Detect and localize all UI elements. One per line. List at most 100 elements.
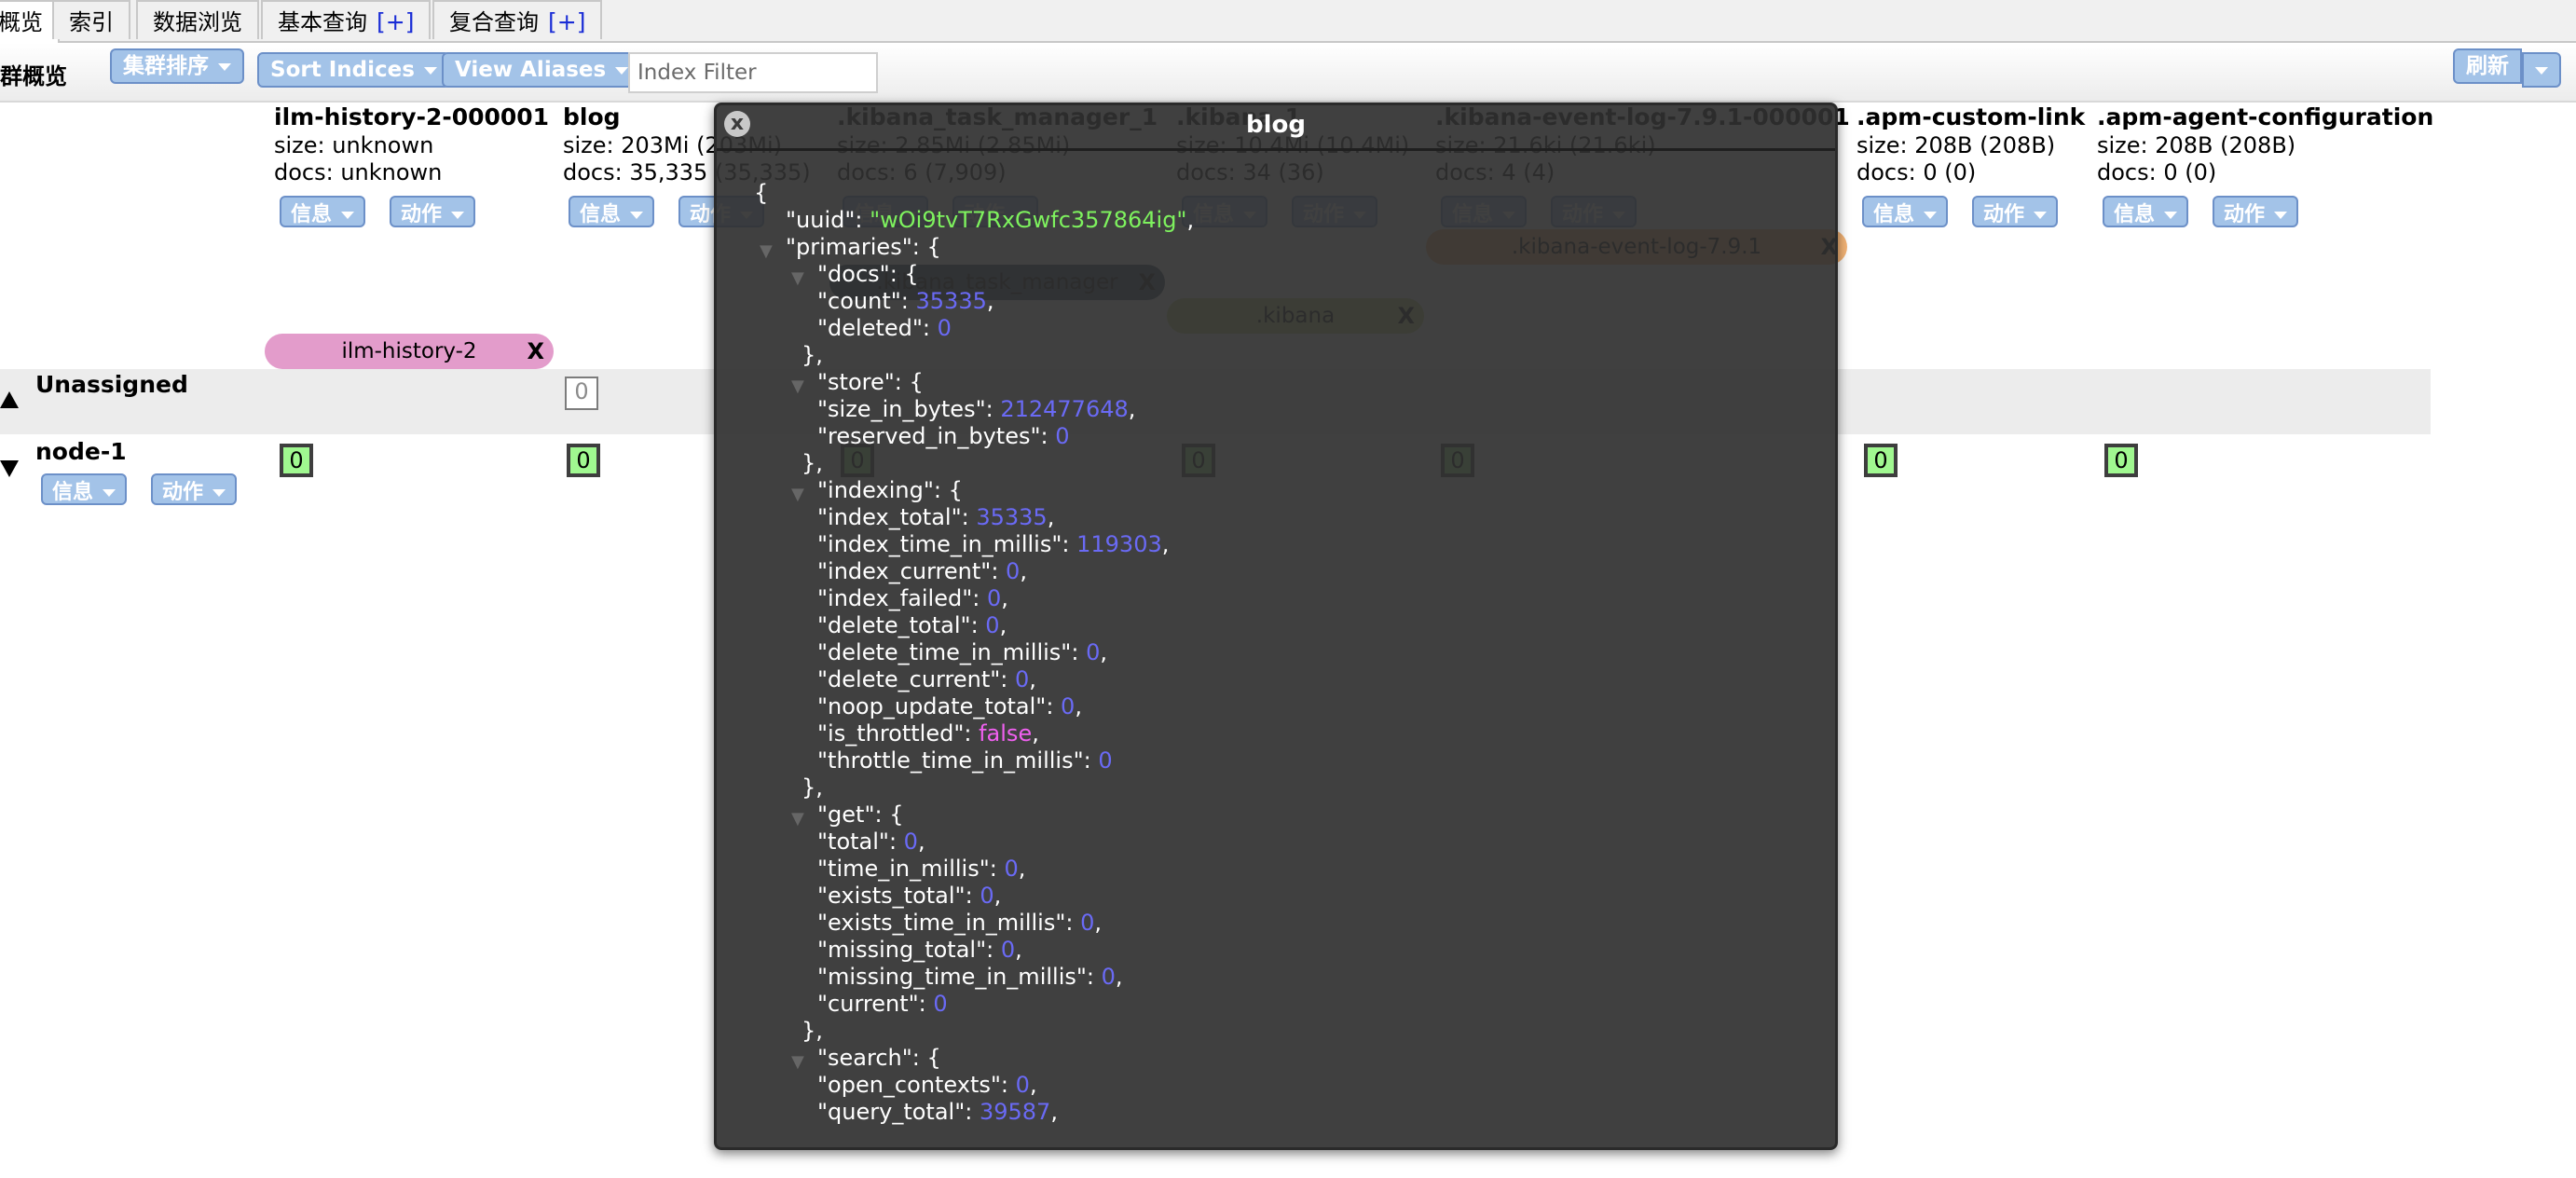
json-separator: , <box>1161 531 1170 557</box>
json-separator: , <box>1029 666 1036 692</box>
index-filter-input[interactable] <box>628 52 878 93</box>
tab-basic-query[interactable]: 基本查询 [+] <box>261 0 432 39</box>
index-action-button[interactable]: 动作 <box>1972 196 2059 227</box>
index-name[interactable]: .apm-agent-configuration <box>2097 103 2433 132</box>
json-line: "open_contexts": 0, <box>754 1072 1816 1099</box>
chevron-down-icon <box>630 212 644 219</box>
json-value: 0 <box>1004 856 1019 882</box>
tab-compound-query[interactable]: 复合查询 [+] <box>432 0 603 39</box>
node-info-button[interactable]: 信息 <box>41 473 128 505</box>
refresh-options-button[interactable] <box>2522 52 2561 88</box>
json-line: "delete_total": 0, <box>754 612 1816 639</box>
json-separator: , <box>917 829 925 855</box>
button-label: Sort Indices <box>270 58 415 82</box>
json-object-key[interactable]: ▼ "docs": { <box>754 261 1816 288</box>
index-docs: docs: 0 (0) <box>2097 159 2217 185</box>
json-separator: , <box>993 883 1002 909</box>
refresh-button[interactable]: 刷新 <box>2453 48 2522 84</box>
button-label: 信息 <box>580 203 622 226</box>
tab-indices[interactable]: 索引 <box>52 0 130 39</box>
json-key: "deleted": <box>817 315 938 341</box>
chevron-down-icon <box>341 212 355 219</box>
json-line: "delete_current": 0, <box>754 666 1816 693</box>
json-value: 0 <box>1000 937 1016 963</box>
json-line: }, <box>754 342 1816 369</box>
button-label: 动作 <box>162 481 204 504</box>
json-line: "exists_time_in_millis": 0, <box>754 910 1816 937</box>
json-line: }, <box>754 450 1816 477</box>
json-line: "missing_total": 0, <box>754 937 1816 964</box>
index-column: ilm-history-2-000001 size: unknown docs:… <box>274 103 549 233</box>
cluster-sort-button[interactable]: 集群排序 <box>110 48 244 84</box>
json-line: "query_total": 39587, <box>754 1099 1816 1126</box>
dialog-header[interactable]: x blog <box>717 105 1835 151</box>
json-object-key[interactable]: ▼ "indexing": { <box>754 477 1816 504</box>
json-line: "index_failed": 0, <box>754 585 1816 612</box>
index-size: size: 208B (208B) <box>1857 132 2056 158</box>
json-line: "is_throttled": false, <box>754 720 1816 747</box>
tab-label: 复合查询 <box>449 9 539 35</box>
json-value: 0 <box>985 612 1000 638</box>
view-aliases-button[interactable]: View Aliases <box>442 52 642 88</box>
chevron-down-icon <box>212 489 226 497</box>
json-object-key[interactable]: ▼ "store": { <box>754 369 1816 396</box>
json-separator: , <box>986 288 994 314</box>
index-action-button[interactable]: 动作 <box>2213 196 2299 227</box>
json-key: "open_contexts": <box>817 1072 1016 1098</box>
index-info-button[interactable]: 信息 <box>1862 196 1949 227</box>
node-name[interactable]: node-1 <box>35 438 127 465</box>
json-key: "noop_update_total": <box>817 693 1062 719</box>
json-value: 0 <box>980 883 994 909</box>
json-line: "total": 0, <box>754 829 1816 856</box>
json-object-key[interactable]: ▼ "primaries": { <box>754 234 1816 261</box>
tab-overview[interactable]: 概览 <box>0 0 60 43</box>
primary-shard[interactable]: 0 <box>567 444 600 477</box>
json-value: 0 <box>903 829 918 855</box>
json-brace: }, <box>802 774 823 801</box>
unassigned-shard[interactable]: 0 <box>565 377 598 410</box>
add-compound-query-link[interactable]: [+] <box>548 8 585 35</box>
json-separator: , <box>1094 910 1103 936</box>
json-key: "delete_time_in_millis": <box>817 639 1087 665</box>
tab-browser[interactable]: 数据浏览 <box>136 0 259 39</box>
json-brace: { <box>754 180 769 206</box>
json-value: 0 <box>1061 693 1076 719</box>
button-label: 刷新 <box>2466 54 2509 78</box>
json-key: "total": <box>817 829 904 855</box>
json-object-key[interactable]: ▼ "get": { <box>754 801 1816 829</box>
add-basic-query-link[interactable]: [+] <box>377 8 414 35</box>
json-line: "index_time_in_millis": 119303, <box>754 531 1816 558</box>
chevron-down-icon <box>1924 212 1938 219</box>
chevron-down-icon <box>451 212 465 219</box>
index-info-button[interactable]: 信息 <box>280 196 366 227</box>
chevron-down-icon <box>218 62 231 71</box>
index-name[interactable]: ilm-history-2-000001 <box>274 103 549 132</box>
node-action-button[interactable]: 动作 <box>151 473 238 505</box>
index-name[interactable]: .apm-custom-link <box>1857 103 2085 132</box>
index-info-button[interactable]: 信息 <box>2103 196 2189 227</box>
close-icon[interactable]: X <box>527 334 544 369</box>
json-separator: , <box>1029 1072 1037 1098</box>
json-key: "uuid": <box>786 207 870 233</box>
json-value: "wOi9tvT7RxGwfc357864ig" <box>870 207 1187 233</box>
index-info-button[interactable]: 信息 <box>569 196 655 227</box>
json-brace: }, <box>802 1018 823 1044</box>
json-object-key[interactable]: ▼ "search": { <box>754 1045 1816 1072</box>
primary-shard[interactable]: 0 <box>1864 444 1898 477</box>
json-key: "time_in_millis": <box>817 856 1005 882</box>
json-value: 35335 <box>976 504 1048 530</box>
json-line: "size_in_bytes": 212477648, <box>754 396 1816 423</box>
index-docs: docs: unknown <box>274 159 443 185</box>
json-line: "index_current": 0, <box>754 558 1816 585</box>
json-key: "query_total": <box>817 1099 980 1125</box>
alias-badge[interactable]: ilm-history-2 X <box>265 334 554 369</box>
chevron-down-icon <box>423 66 437 75</box>
primary-shard[interactable]: 0 <box>2104 444 2138 477</box>
json-value: 119303 <box>1076 531 1162 557</box>
sort-indices-button[interactable]: Sort Indices <box>257 52 450 88</box>
json-value: 0 <box>1014 666 1030 692</box>
json-key: "store": { <box>817 369 924 395</box>
index-action-button[interactable]: 动作 <box>390 196 476 227</box>
index-column: .apm-agent-configuration size: 208B (208… <box>2097 103 2433 233</box>
primary-shard[interactable]: 0 <box>280 444 313 477</box>
